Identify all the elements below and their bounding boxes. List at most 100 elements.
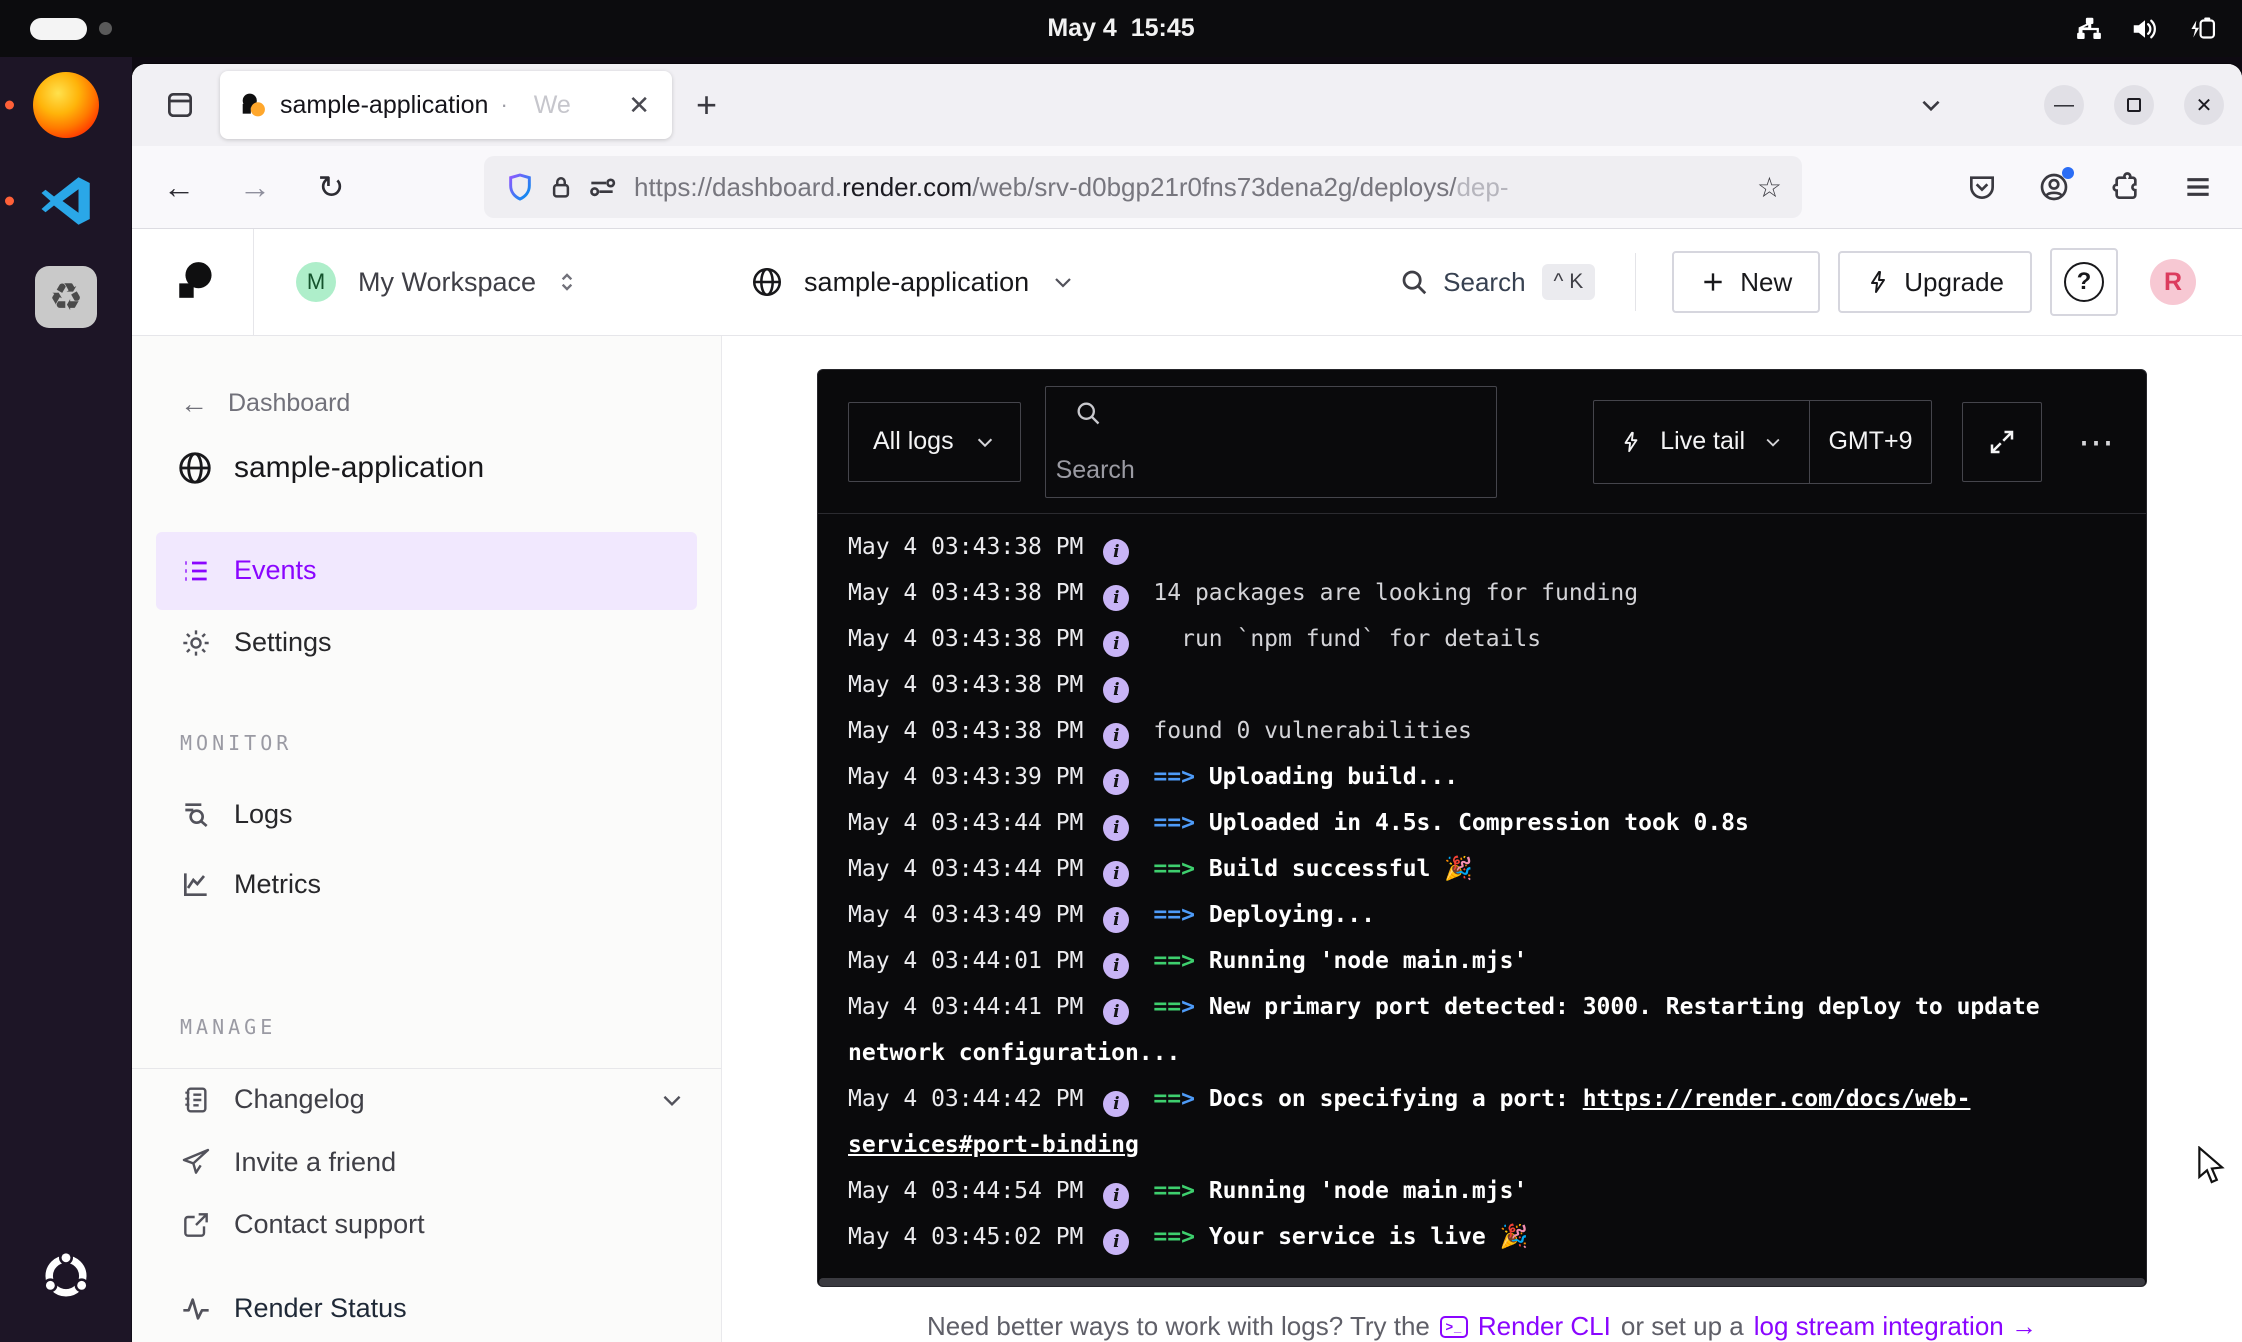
workspace-dot[interactable] [99,22,112,35]
new-button[interactable]: New [1672,251,1820,313]
log-message: ==> Running 'node main.mjs' [1153,1178,1527,1204]
sidebar-back-link[interactable]: ← Dashboard [132,386,721,421]
system-status-icons[interactable] [2074,0,2220,57]
menu-icon[interactable] [2182,171,2214,203]
help-button[interactable]: ? [2050,248,2118,316]
active-tab[interactable]: sample-application · We ✕ [220,71,672,139]
dock-item-show-apps[interactable] [0,1228,132,1324]
restore-icon [2127,98,2141,112]
sidebar-section-monitor: MONITOR [132,728,721,757]
reload-button[interactable]: ↻ [308,168,354,206]
lightning-icon [1620,429,1642,455]
close-button[interactable]: ✕ [2184,85,2224,125]
upgrade-button[interactable]: Upgrade [1838,251,2032,313]
search-shortcut: ^ K [1542,264,1596,300]
workspace-selector[interactable]: M My Workspace [296,262,580,302]
workspaces-pill[interactable] [30,18,87,40]
account-icon[interactable] [2038,171,2070,203]
expand-logs-button[interactable] [1962,402,2042,482]
minimize-button[interactable]: — [2044,85,2084,125]
log-filter-dropdown[interactable]: All logs [848,402,1021,482]
log-timestamp: May 4 03:44:54 PM [848,1178,1083,1204]
arrow-icon: == [1153,810,1181,836]
sidebar-item-changelog[interactable]: Changelog [132,1069,721,1131]
volume-icon [2130,14,2160,44]
info-icon: i [1103,907,1129,933]
sidebar-item-invite[interactable]: Invite a friend [132,1131,721,1193]
render-logo[interactable] [132,229,254,335]
dock-item-firefox[interactable] [0,57,132,153]
log-stream-link[interactable]: log stream integration → [1754,1311,2037,1342]
tab-close-button[interactable]: ✕ [620,86,658,125]
dock-item-vscode[interactable] [0,153,132,249]
search-label: Search [1443,267,1525,298]
sidebar-service-title[interactable]: sample-application [132,445,721,492]
url-bar[interactable]: https://dashboard.render.com/web/srv-d0b… [484,156,1802,218]
pocket-icon[interactable] [1966,171,1998,203]
permissions-icon[interactable] [586,171,618,203]
timezone-button[interactable]: GMT+9 [1809,401,1931,483]
firefox-view-icon[interactable] [158,83,202,127]
sidebar-section-manage: MANAGE [132,1013,721,1042]
log-line: May 4 03:43:38 PMi [848,524,2116,570]
lock-icon[interactable] [546,172,576,202]
horizontal-scrollbar[interactable] [819,1278,2145,1286]
render-dashboard: M My Workspace sample-application [132,229,2242,1342]
sidebar-item-render-status[interactable]: Render Status [132,1276,721,1342]
sidebar-item-events[interactable]: Events [156,532,697,610]
system-clock[interactable]: May 4 15:45 [1047,14,1194,43]
maximize-button[interactable] [2114,85,2154,125]
firefox-window: sample-application · We ✕ + — ✕ ← → ↻ [132,64,2242,1342]
footer-text: or set up a [1621,1311,1744,1342]
running-indicator [5,197,14,206]
dock-item-updater[interactable]: ♻ [0,249,132,345]
globe-icon [750,265,784,299]
user-avatar[interactable]: R [2150,259,2196,305]
account-notification-dot [2062,167,2074,179]
arrow-icon: == [1153,856,1181,882]
tab-bar: sample-application · We ✕ + — ✕ [132,64,2242,146]
global-search[interactable]: Search ^ K [1399,264,1595,300]
log-message: found 0 vulnerabilities [1153,718,1472,744]
url-text[interactable]: https://dashboard.render.com/web/srv-d0b… [634,172,1749,203]
lightning-icon [1866,269,1890,295]
render-cli-link[interactable]: Render CLI [1478,1311,1611,1342]
sidebar-item-contact-support[interactable]: Contact support [132,1193,721,1255]
extensions-icon[interactable] [2110,171,2142,203]
log-timestamp: May 4 03:43:44 PM [848,856,1083,882]
tracking-shield-icon[interactable] [504,171,536,203]
tab-title: sample-application [280,91,488,120]
log-timestamp: May 4 03:45:02 PM [848,1224,1083,1250]
service-selector[interactable]: sample-application [750,265,1075,299]
bookmark-star-icon[interactable]: ☆ [1757,171,1782,204]
arrow-icon: == [1153,948,1181,974]
log-timestamp: May 4 03:43:38 PM [848,626,1083,652]
list-tabs-chevron-icon[interactable] [1918,92,1944,118]
app-top-nav: M My Workspace sample-application [132,229,2242,336]
log-timestamp: May 4 03:43:38 PM [848,672,1083,698]
sidebar-item-metrics[interactable]: Metrics [132,851,721,917]
info-icon: i [1103,1091,1129,1117]
sidebar-item-settings[interactable]: Settings [132,610,721,676]
forward-button[interactable]: → [232,169,278,206]
arrow-icon: > [1181,764,1195,790]
status-pulse-icon [180,1293,212,1325]
log-message: ==> Uploading build... [1153,764,1458,790]
live-tail-dropdown[interactable]: Live tail [1594,401,1809,483]
log-line: May 4 03:44:54 PMi==> Running 'node main… [848,1168,2116,1214]
log-line: May 4 03:44:42 PMi==> Docs on specifying… [848,1076,2116,1168]
sidebar-item-logs[interactable]: Logs [132,781,721,847]
logs-search-icon [180,798,212,830]
system-top-bar: May 4 15:45 [0,0,2242,57]
more-options-button[interactable]: ⋯ [2078,421,2116,463]
info-icon: i [1103,815,1129,841]
chevron-down-icon[interactable] [659,1087,685,1113]
log-panel: All logs Search [817,369,2147,1287]
logs-footer-hint: Need better ways to work with logs? Try … [927,1311,2037,1342]
back-button[interactable]: ← [156,169,202,206]
main-content: All logs Search [722,336,2242,1342]
info-icon: i [1103,677,1129,703]
log-search-input[interactable]: Search [1045,386,1497,498]
log-line: May 4 03:45:02 PMi==> Your service is li… [848,1214,2116,1260]
new-tab-button[interactable]: + [686,84,727,126]
